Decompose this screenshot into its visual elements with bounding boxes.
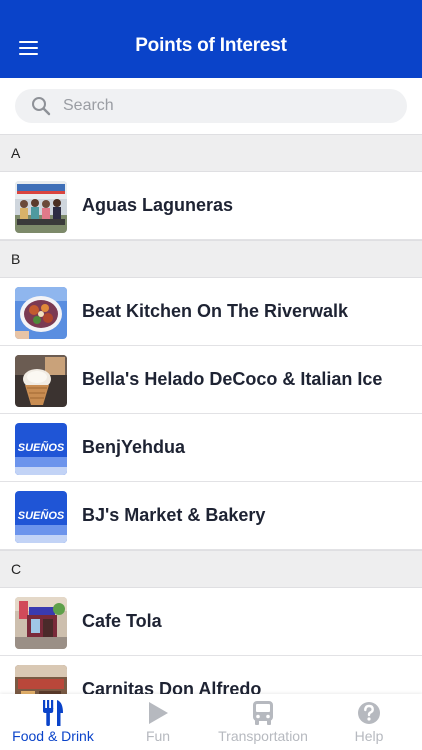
list-item[interactable]: Carnitas Don Alfredo: [0, 656, 422, 694]
page-title: Points of Interest: [135, 35, 287, 56]
thumbnail-logo-text: SUEÑOS: [18, 509, 65, 522]
list-item[interactable]: Bella's Helado DeCoco & Italian Ice: [0, 346, 422, 414]
section-header-c: C: [0, 550, 422, 588]
list-item-label: BenjYehdua: [82, 437, 186, 457]
list-item-label: Carnitas Don Alfredo: [82, 679, 262, 694]
thumbnail-storefront-photo: [15, 597, 67, 649]
search-bar[interactable]: [15, 89, 407, 123]
search-icon: [32, 97, 51, 116]
tab-label: Help: [354, 728, 384, 744]
play-icon: [149, 702, 168, 724]
tab-food-and-drink[interactable]: Food & Drink: [0, 694, 106, 750]
list-item[interactable]: Aguas Laguneras: [0, 172, 422, 240]
thumbnail-food-plate-photo: [15, 287, 67, 339]
tab-label: Fun: [145, 728, 171, 744]
question-circle-icon: [358, 702, 380, 724]
thumbnail-suenos-logo: SUEÑOS: [15, 423, 67, 475]
thumbnail-market-photo: [15, 665, 67, 694]
list-item-label: Aguas Laguneras: [82, 195, 234, 215]
section-header-b: B: [0, 240, 422, 278]
poi-list[interactable]: A Aguas Laguneras B Beat Kitchen On The …: [0, 134, 422, 694]
search-input[interactable]: [63, 89, 393, 123]
thumbnail-people-photo: [15, 181, 67, 233]
tab-help[interactable]: Help: [316, 694, 422, 750]
section-header-a: A: [0, 134, 422, 172]
list-item-label: Bella's Helado DeCoco & Italian Ice: [82, 369, 383, 389]
list-item-label: Cafe Tola: [82, 611, 162, 631]
list-item[interactable]: SUEÑOS BJ's Market & Bakery: [0, 482, 422, 550]
fork-knife-icon: [43, 700, 63, 726]
list-item[interactable]: SUEÑOS BenjYehdua: [0, 414, 422, 482]
app-header: Points of Interest: [0, 0, 422, 78]
hamburger-menu-icon[interactable]: [14, 34, 44, 62]
tab-fun[interactable]: Fun: [106, 694, 210, 750]
bottom-tab-bar: Food & Drink Fun Transportation Help: [0, 694, 422, 750]
thumbnail-suenos-logo: SUEÑOS: [15, 491, 67, 543]
thumbnail-logo-text: SUEÑOS: [18, 441, 65, 454]
list-item[interactable]: Cafe Tola: [0, 588, 422, 656]
bus-icon: [253, 701, 273, 725]
tab-label: Transportation: [218, 728, 308, 744]
list-item-label: Beat Kitchen On The Riverwalk: [82, 301, 349, 321]
search-bar-container: [0, 78, 422, 134]
list-item-label: BJ's Market & Bakery: [82, 505, 266, 525]
tab-transportation[interactable]: Transportation: [210, 694, 316, 750]
tab-label: Food & Drink: [12, 728, 94, 744]
list-item[interactable]: Beat Kitchen On The Riverwalk: [0, 278, 422, 346]
thumbnail-ice-cream-photo: [15, 355, 67, 407]
